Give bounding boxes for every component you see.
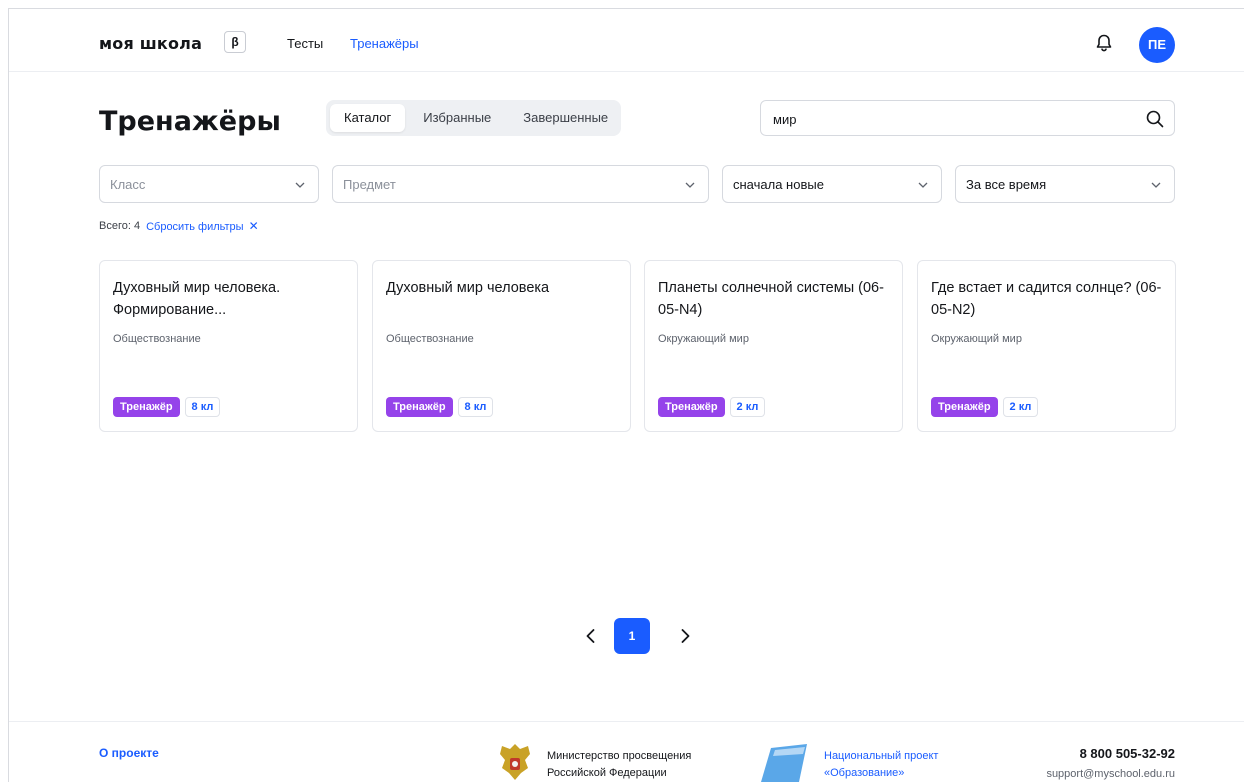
type-badge: Тренажёр	[386, 397, 453, 417]
subject-select-placeholder: Предмет	[343, 177, 396, 192]
chevron-down-icon	[1151, 182, 1161, 188]
ministry-label[interactable]: Министерство просвещения Российской Феде…	[547, 748, 691, 782]
support-phone[interactable]: 8 800 505-32-92	[1080, 746, 1175, 761]
top-header: моя школа β Тесты Тренажёры ПЕ	[9, 9, 1244, 72]
card-subject: Обществознание	[113, 333, 201, 345]
page-title: Тренажёры	[99, 106, 281, 137]
project-line-1: Национальный проект	[824, 750, 939, 762]
results-summary: Всего: 4 Сбросить фильтры ✕	[99, 219, 259, 233]
sort-select[interactable]: сначала новые	[722, 165, 942, 203]
reset-filters-link[interactable]: Сбросить фильтры ✕	[146, 219, 259, 233]
type-badge: Тренажёр	[658, 397, 725, 417]
subject-select[interactable]: Предмет	[332, 165, 709, 203]
tab-favorites[interactable]: Избранные	[409, 104, 505, 132]
grade-badge: 2 кл	[1002, 397, 1039, 417]
catalog-tabs: Каталог Избранные Завершенные	[326, 100, 621, 136]
nav-tests[interactable]: Тесты	[287, 36, 323, 51]
support-email[interactable]: support@myschool.edu.ru	[1046, 768, 1175, 780]
about-link[interactable]: О проекте	[99, 746, 159, 760]
trainer-card[interactable]: Где встает и садится солнце? (06-05-N2) …	[917, 260, 1176, 432]
total-count: Всего: 4	[99, 220, 141, 232]
trainer-card[interactable]: Духовный мир человека. Формирование... О…	[99, 260, 358, 432]
period-select[interactable]: За все время	[955, 165, 1175, 203]
trainer-card[interactable]: Планеты солнечной системы (06-05-N4) Окр…	[644, 260, 903, 432]
period-select-value: За все время	[966, 177, 1047, 192]
chevron-right-icon[interactable]	[675, 626, 695, 646]
page-footer: О проекте Министерство просвещения Росси…	[9, 721, 1244, 782]
tab-completed[interactable]: Завершенные	[509, 104, 622, 132]
card-subject: Окружающий мир	[658, 333, 749, 345]
national-project-logo-icon	[761, 744, 807, 782]
grade-badge: 8 кл	[457, 397, 494, 417]
project-line-2: «Образование»	[824, 767, 905, 779]
chevron-down-icon	[295, 182, 305, 188]
chevron-down-icon	[918, 182, 928, 188]
app-frame: моя школа β Тесты Тренажёры ПЕ Тренажёры…	[8, 8, 1244, 782]
trainer-card[interactable]: Духовный мир человека Обществознание Тре…	[372, 260, 631, 432]
search-icon[interactable]	[1145, 109, 1165, 129]
chevron-down-icon	[685, 182, 695, 188]
reset-filters-label: Сбросить фильтры	[146, 221, 244, 233]
app-logo[interactable]: моя школа	[99, 34, 202, 53]
beta-badge: β	[224, 31, 246, 53]
nav-trainers[interactable]: Тренажёры	[350, 36, 419, 51]
grade-badge: 8 кл	[184, 397, 221, 417]
tab-catalog[interactable]: Каталог	[330, 104, 406, 132]
bell-icon[interactable]	[1094, 33, 1114, 53]
type-badge: Тренажёр	[113, 397, 180, 417]
card-subject: Окружающий мир	[931, 333, 1022, 345]
card-title: Где встает и садится солнце? (06-05-N2)	[931, 280, 1162, 318]
class-select-placeholder: Класс	[110, 177, 146, 192]
grade-badge: 2 кл	[729, 397, 766, 417]
card-title: Духовный мир человека. Формирование...	[113, 280, 281, 318]
sort-select-value: сначала новые	[733, 177, 824, 192]
search-box	[760, 100, 1175, 136]
chevron-left-icon[interactable]	[581, 626, 601, 646]
ministry-line-1: Министерство просвещения	[547, 750, 692, 762]
coat-of-arms-icon	[500, 744, 530, 780]
ministry-line-2: Российской Федерации	[547, 767, 667, 779]
type-badge: Тренажёр	[931, 397, 998, 417]
user-avatar[interactable]: ПЕ	[1139, 27, 1175, 63]
page-button-current[interactable]: 1	[614, 618, 650, 654]
close-icon: ✕	[248, 219, 259, 233]
search-input[interactable]	[773, 109, 1133, 129]
national-project-link[interactable]: Национальный проект «Образование»	[824, 748, 938, 782]
class-select[interactable]: Класс	[99, 165, 319, 203]
card-title: Духовный мир человека	[386, 280, 550, 296]
card-title: Планеты солнечной системы (06-05-N4)	[658, 280, 884, 318]
card-subject: Обществознание	[386, 333, 474, 345]
